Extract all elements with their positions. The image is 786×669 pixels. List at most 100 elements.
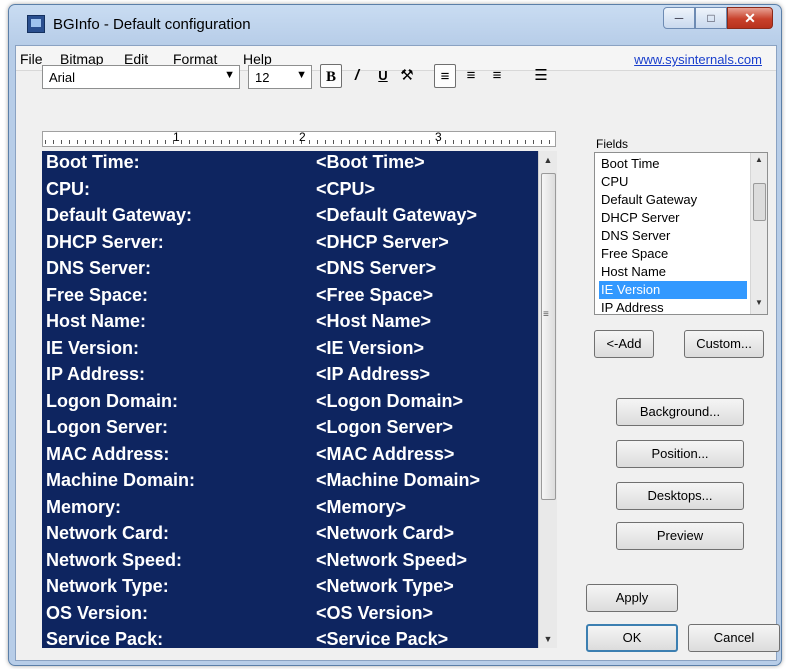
info-row: Memory: <Memory> [46,496,406,523]
align-right-button[interactable]: ≡ [486,64,508,88]
info-row-value: <Network Speed> [316,549,468,570]
align-left-icon: ≡ [440,68,450,85]
preview-button[interactable]: Preview [616,522,744,550]
underline-icon: U [378,68,388,83]
info-row-value: <Machine Domain> [316,470,481,490]
bold-icon: B [325,69,336,85]
info-row: Network Type: <Network Type> [46,576,454,602]
info-row: Logon Domain: <Logon Domain> [46,390,463,417]
ok-button[interactable]: OK [586,624,678,652]
info-row-label: MAC Address: [46,443,170,464]
add-button[interactable]: <-Add [594,330,654,358]
bold-button[interactable]: B [320,64,342,88]
cancel-button[interactable]: Cancel [688,624,780,652]
italic-icon: / [354,67,360,84]
scroll-up-icon[interactable]: ▲ [539,151,557,169]
font-size-select[interactable]: 12 ▼ [248,65,312,89]
fields-scrollbar[interactable]: ▲ ▼ [750,153,767,314]
info-row-label: Logon Domain: [46,390,178,411]
fields-list-item[interactable]: IP Address [599,299,747,314]
info-row-value: <IE Version> [316,337,425,358]
info-row: Network Card: <Network Card> [46,523,454,549]
caption-buttons: ─ □ ✕ [663,7,773,29]
info-row-value: <DHCP Server> [316,231,449,252]
info-row-value: <Network Type> [316,576,454,596]
info-row-label: Network Type: [46,576,169,596]
custom-button[interactable]: Custom... [684,330,764,358]
font-name-value: Arial [49,70,76,85]
info-row-label: IP Address: [46,364,146,384]
info-editor[interactable]: Boot Time: <Boot Time> CPU: <CPU> Default Ga… [42,151,538,648]
fields-list-item[interactable]: DHCP Server [599,209,747,227]
info-row-value: <OS Version> [316,602,434,623]
apply-button[interactable]: Apply [586,584,678,612]
info-row: Machine Domain: <Machine Domain> [46,470,480,496]
info-row-label: Free Space: [46,284,149,305]
info-row-label: Boot Time: [46,152,140,172]
position-button[interactable]: Position... [616,440,744,468]
minimize-button[interactable]: ─ [663,7,695,29]
underline-button[interactable]: U [372,64,394,88]
fields-list-item[interactable]: Default Gateway [599,191,747,209]
font-size-value: 12 [255,70,270,85]
info-row: Network Speed: <Network Speed> [46,550,467,576]
desktops-button[interactable]: Desktops... [616,482,744,510]
bginfo-window: BGInfo - Default configuration ─ □ ✕ Fil… [8,4,782,666]
fields-list-item[interactable]: Host Name [599,263,747,281]
info-row-value: <Service Pack> [316,629,449,648]
editor-scrollbar[interactable]: ▲ ≡ ▼ [538,151,557,648]
title-bar[interactable]: BGInfo - Default configuration ─ □ ✕ [9,5,781,45]
grip-icon: ≡ [543,309,549,320]
info-row-label: Memory: [46,496,122,517]
info-row-label: IE Version: [46,337,140,358]
info-row: IP Address: <IP Address> [46,364,430,390]
maximize-button[interactable]: □ [695,7,727,29]
fields-list-item[interactable]: Boot Time [599,155,747,173]
align-right-icon: ≡ [492,67,502,84]
info-row: Host Name: <Host Name> [46,311,431,337]
fields-list-item[interactable]: DNS Server [599,227,747,245]
info-row: MAC Address: <MAC Address> [46,443,454,470]
color-icon: ⚒ [400,67,414,84]
info-row-label: Default Gateway: [46,205,193,225]
info-row-label: Machine Domain: [46,470,196,490]
scroll-down-icon[interactable]: ▼ [751,298,767,312]
info-row-label: Service Pack: [46,629,164,648]
align-left-button[interactable]: ≡ [434,64,456,88]
background-button[interactable]: Background... [616,398,744,426]
fields-list-item[interactable]: CPU [599,173,747,191]
close-icon: ✕ [744,9,756,26]
italic-button[interactable]: / [346,64,368,88]
ruler: 1 2 3 [42,130,556,147]
menu-file[interactable]: File [20,51,43,67]
info-row-value: <Default Gateway> [316,205,478,225]
fields-list-item[interactable]: IE Version [599,281,747,299]
fields-list-item[interactable]: Free Space [599,245,747,263]
bullets-button[interactable]: ☰ [530,64,552,88]
scroll-thumb[interactable] [753,183,766,221]
info-row-value: <Memory> [316,496,407,517]
scroll-thumb[interactable] [541,173,556,500]
info-row-value: <Boot Time> [316,152,425,172]
text-color-button[interactable]: ⚒ [396,64,418,88]
client-area: File Bitmap Edit Format Help www.sysinte… [15,45,780,661]
info-row-value: <Host Name> [316,311,432,331]
info-row: Logon Server: <Logon Server> [46,417,453,443]
font-name-select[interactable]: Arial ▼ [42,65,240,89]
chevron-down-icon: ▼ [296,69,307,81]
fields-list[interactable]: ▲ ▼ Boot Time CPU Default Gateway DHCP Serv… [594,152,768,315]
scroll-down-icon[interactable]: ▼ [539,630,557,648]
ruler-mark: 1 [173,130,180,144]
info-row-label: CPU: [46,178,90,199]
scroll-up-icon[interactable]: ▲ [751,155,767,169]
align-center-button[interactable]: ≡ [460,64,482,88]
maximize-icon: □ [707,11,715,25]
close-button[interactable]: ✕ [727,7,773,29]
info-row-value: <DNS Server> [316,258,437,278]
info-row-label: DHCP Server: [46,231,164,252]
info-row-value: <CPU> [316,178,376,199]
sysinternals-link[interactable]: www.sysinternals.com [634,52,762,67]
info-row-value: <Network Card> [316,523,455,543]
info-row-label: Network Card: [46,523,170,543]
info-row-value: <IP Address> [316,364,431,384]
